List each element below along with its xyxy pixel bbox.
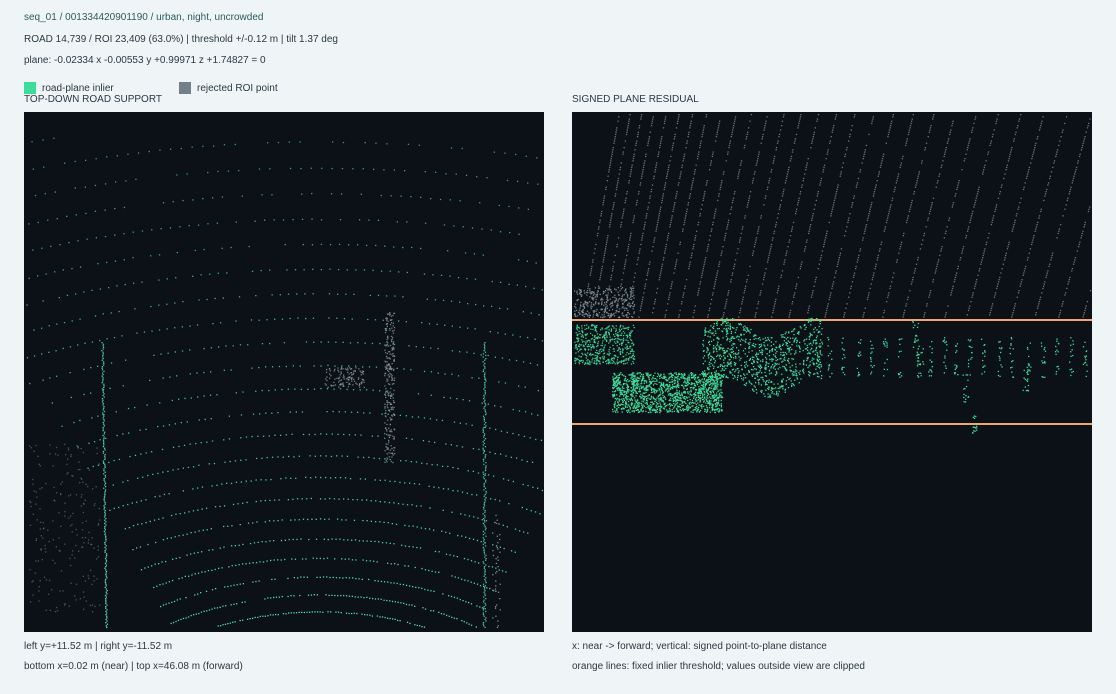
threshold-caption: orange lines: fixed inlier threshold; va… bbox=[572, 661, 865, 672]
legend-inlier: road-plane inlier bbox=[24, 81, 114, 95]
residual-panel-title: SIGNED PLANE RESIDUAL bbox=[572, 94, 699, 105]
residual-points bbox=[574, 114, 1092, 434]
legend-rejected-label: rejected ROI point bbox=[197, 82, 278, 94]
lateral-range-caption: left y=+11.52 m | right y=-11.52 m bbox=[24, 641, 173, 652]
signed-residual-view bbox=[572, 112, 1092, 632]
topdown-road-support-view bbox=[24, 112, 544, 632]
topdown-panel-title: TOP-DOWN ROAD SUPPORT bbox=[24, 94, 162, 105]
legend-inlier-label: road-plane inlier bbox=[42, 82, 114, 94]
residual-pointcloud-plot bbox=[572, 114, 1092, 434]
plane-equation: plane: -0.02334 x -0.00553 y +0.99971 z … bbox=[24, 55, 266, 66]
topdown-points bbox=[26, 137, 544, 629]
sequence-info: seq_01 / 001334420901190 / urban, night,… bbox=[24, 12, 264, 23]
forward-range-caption: bottom x=0.02 m (near) | top x=46.08 m (… bbox=[24, 661, 243, 672]
inlier-swatch-icon bbox=[24, 82, 36, 94]
residual-axis-caption: x: near -> forward; vertical: signed poi… bbox=[572, 641, 827, 652]
legend-rejected: rejected ROI point bbox=[179, 81, 278, 95]
road-roi-stats: ROAD 14,739 / ROI 23,409 (63.0%) | thres… bbox=[24, 34, 338, 45]
topdown-pointcloud-plot bbox=[26, 137, 544, 629]
rejected-swatch-icon bbox=[179, 82, 191, 94]
